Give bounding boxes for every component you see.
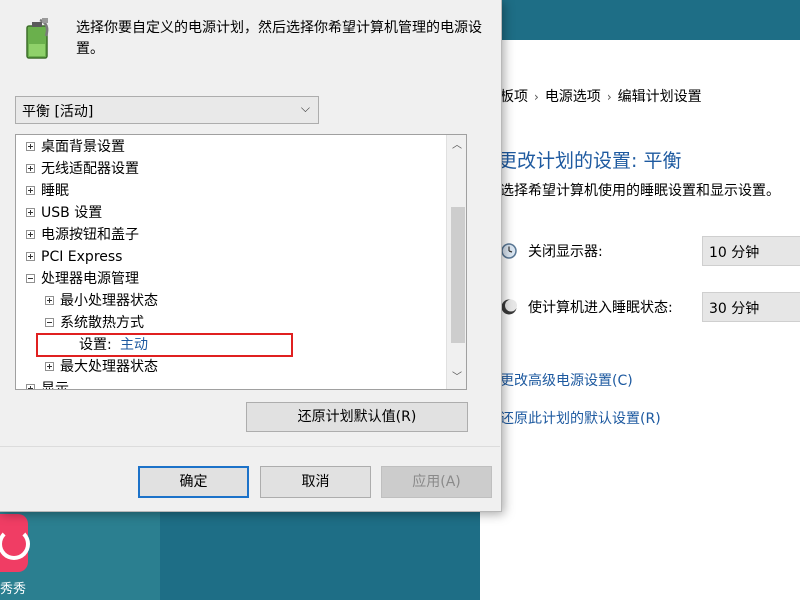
expand-plus-icon[interactable] (26, 252, 35, 261)
tree-item-label: PCI Express (41, 249, 123, 265)
chevron-down-icon: ⌵ (300, 101, 310, 115)
tree-item-max-processor-state[interactable]: 最大处理器状态 (16, 356, 446, 378)
tree-item-label: 电源按钮和盖子 (41, 227, 139, 243)
chevron-right-icon: › (606, 90, 612, 104)
restore-defaults-button[interactable]: 还原计划默认值(R) (246, 402, 468, 432)
tree-item-power-buttons-lid[interactable]: 电源按钮和盖子 (16, 224, 446, 246)
collapse-minus-icon[interactable] (45, 318, 54, 327)
tree-item-cooling-policy[interactable]: 系统散热方式 (16, 312, 446, 334)
divider (0, 446, 500, 447)
chevron-right-icon: › (534, 90, 539, 104)
tree-item-label: 无线适配器设置 (41, 161, 139, 177)
meitu-app-icon[interactable] (0, 514, 30, 572)
battery-plug-icon (26, 18, 49, 59)
annotation-highlight-box (36, 333, 293, 357)
tree-item-processor-power[interactable]: 处理器电源管理 (16, 268, 446, 290)
tree-item-pci-express[interactable]: PCI Express (16, 246, 446, 268)
breadcrumb-item-2[interactable]: 编辑计划设置 (618, 89, 702, 105)
tree-item-label: 最大处理器状态 (60, 359, 158, 375)
sleep-select[interactable]: 30 分钟 (702, 292, 800, 322)
breadcrumb-item-1[interactable]: 电源选项 (545, 89, 601, 105)
cancel-button[interactable]: 取消 (260, 466, 371, 498)
expand-plus-icon[interactable] (26, 384, 35, 389)
restore-plan-defaults-link[interactable]: 还原此计划的默认设置(R) (500, 408, 661, 428)
tree-item-sleep[interactable]: 睡眠 (16, 180, 446, 202)
scroll-up-icon[interactable]: ︿ (447, 137, 466, 155)
advanced-power-settings-link[interactable]: 更改高级电源设置(C) (500, 370, 633, 390)
tree-item-usb[interactable]: USB 设置 (16, 202, 446, 224)
tree-item-label: 桌面背景设置 (41, 139, 125, 155)
collapse-minus-icon[interactable] (26, 274, 35, 283)
breadcrumb: 板项 › 电源选项 › 编辑计划设置 (500, 86, 702, 106)
ok-button[interactable]: 确定 (138, 466, 249, 498)
display-off-select[interactable]: 10 分钟 (702, 236, 800, 266)
tree-item-desktop-background[interactable]: 桌面背景设置 (16, 136, 446, 158)
expand-plus-icon[interactable] (45, 362, 54, 371)
expand-plus-icon[interactable] (26, 142, 35, 151)
dialog-header: 选择你要自定义的电源计划，然后选择你希望计算机管理的电源设置。 (0, 0, 500, 70)
expand-plus-icon[interactable] (45, 296, 54, 305)
tree-item-wireless-adapter[interactable]: 无线适配器设置 (16, 158, 446, 180)
tree-scrollbar[interactable]: ︿ ﹀ (446, 135, 466, 389)
tree-item-display[interactable]: 显示 (16, 378, 446, 390)
page-title: 更改计划的设置: 平衡 (498, 150, 682, 172)
moon-icon (501, 299, 517, 315)
page-description: 选择希望计算机使用的睡眠设置和显示设置。 (500, 183, 780, 199)
edit-plan-settings-window: 板项 › 电源选项 › 编辑计划设置 更改计划的设置: 平衡 选择希望计算机使用的睡眠设… (480, 40, 800, 600)
tree-item-label: 最小处理器状态 (60, 293, 158, 309)
tree-item-label: 睡眠 (41, 183, 69, 199)
sleep-row: 使计算机进入睡眠状态: 30 分钟 (500, 292, 800, 322)
tree-item-label: 处理器电源管理 (41, 271, 139, 287)
power-plan-select[interactable]: 平衡 [活动] ⌵ (15, 96, 319, 124)
expand-plus-icon[interactable] (26, 164, 35, 173)
expand-plus-icon[interactable] (26, 186, 35, 195)
tree-item-min-processor-state[interactable]: 最小处理器状态 (16, 290, 446, 312)
display-off-row: 关闭显示器: 10 分钟 (500, 236, 800, 266)
apply-button[interactable]: 应用(A) (381, 466, 492, 498)
tree-item-label: 显示 (41, 381, 69, 390)
sleep-label: 使计算机进入睡眠状态: (528, 300, 673, 316)
tree-item-label: USB 设置 (41, 205, 103, 221)
expand-plus-icon[interactable] (26, 208, 35, 217)
display-off-label: 关闭显示器: (528, 244, 603, 260)
tree-item-label: 系统散热方式 (60, 315, 144, 331)
breadcrumb-item-0[interactable]: 板项 (500, 89, 528, 105)
desktop-app-label[interactable]: 秀秀 (0, 578, 26, 597)
monitor-clock-icon (501, 243, 517, 259)
power-options-dialog: 选择你要自定义的电源计划，然后选择你希望计算机管理的电源设置。 平衡 [活动] … (0, 0, 502, 512)
dialog-instructions: 选择你要自定义的电源计划，然后选择你希望计算机管理的电源设置。 (76, 20, 482, 57)
power-plan-selected: 平衡 [活动] (22, 104, 94, 120)
desktop-background (500, 0, 800, 40)
scroll-thumb[interactable] (451, 207, 465, 343)
expand-plus-icon[interactable] (26, 230, 35, 239)
scroll-down-icon[interactable]: ﹀ (447, 369, 466, 387)
